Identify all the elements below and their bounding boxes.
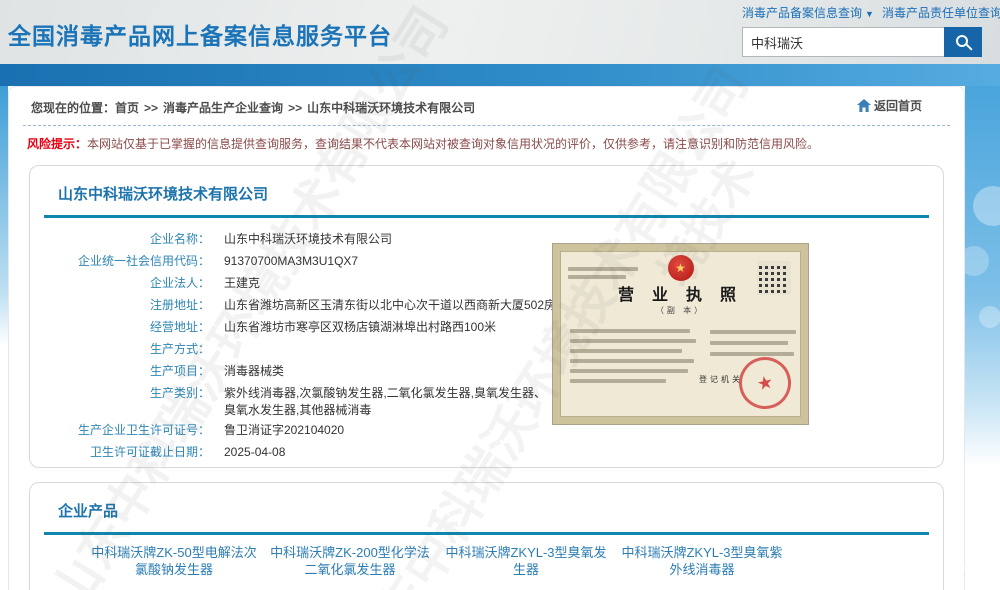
breadcrumb-separator: >>: [144, 101, 158, 115]
field-label: 生产项目：: [30, 360, 210, 382]
license-left-textlines: [570, 323, 698, 389]
field-row-license-expiry-date: 卫生许可证截止日期： 2025-04-08: [30, 441, 943, 463]
molecule-graphic: [965, 246, 989, 276]
product-link[interactable]: 中科瑞沃牌ZKYL-3型臭氧紫外线消毒器: [618, 544, 786, 578]
breadcrumb-prefix: 您现在的位置：: [31, 101, 115, 115]
back-home-link[interactable]: 返回首页: [857, 97, 922, 114]
home-icon: [857, 99, 871, 112]
product-link[interactable]: 中科瑞沃牌ZKYL-3型臭氧发生器: [442, 544, 610, 578]
section-underline: [44, 215, 929, 218]
field-label: 注册地址：: [30, 294, 210, 316]
risk-tip-text: 本网站仅基于已掌握的信息提供查询服务，查询结果不代表本网站对被查询对象信用状况的…: [87, 137, 819, 151]
company-title: 山东中科瑞沃环境技术有限公司: [30, 166, 943, 215]
molecule-graphic: [973, 186, 1000, 226]
field-label: 生产企业卫生许可证号：: [30, 419, 210, 441]
search-bar: [742, 27, 982, 57]
field-value: 2025-04-08: [210, 441, 285, 463]
search-button[interactable]: [944, 27, 982, 57]
field-label: 企业法人：: [30, 272, 210, 294]
back-home-label: 返回首页: [874, 97, 922, 114]
license-subtitle: （副 本）: [560, 305, 801, 316]
field-value: 山东中科瑞沃环境技术有限公司: [210, 228, 392, 250]
field-value: 山东省潍坊市寒亭区双杨店镇湖淋埠出村路西100米: [210, 316, 496, 338]
field-label: 企业统一社会信用代码：: [30, 250, 210, 272]
business-license-image: ★ 营 业 执 照 （副 本）: [553, 244, 808, 424]
field-label: 企业名称：: [30, 228, 210, 250]
product-link[interactable]: 中科瑞沃牌ZK-200型化学法二氧化氯发生器: [266, 544, 434, 578]
field-value: 消毒器械类: [210, 360, 284, 382]
products-card: 企业产品 中科瑞沃牌ZK-50型电解法次氯酸钠发生器 中科瑞沃牌ZK-200型化…: [29, 482, 944, 590]
chevron-down-icon[interactable]: ▼: [865, 9, 874, 19]
field-label: 经营地址：: [30, 316, 210, 338]
main-panel: 您现在的位置：首页 >> 消毒产品生产企业查询 >> 山东中科瑞沃环境技术有限公司 返回…: [8, 86, 965, 590]
breadcrumb-separator: >>: [288, 101, 302, 115]
search-input[interactable]: [742, 27, 944, 57]
national-emblem-icon: ★: [668, 255, 694, 281]
license-right-textlines: [710, 323, 800, 363]
right-side-background: [965, 86, 1000, 466]
field-value: 91370700MA3M3U1QX7: [210, 250, 358, 272]
field-label: 生产方式：: [30, 338, 210, 360]
header-divider-bar: [0, 64, 1000, 86]
qr-code: [757, 261, 791, 295]
page: 全国消毒产品网上备案信息服务平台 消毒产品备案信息查询▼消毒产品责任单位查询 您…: [0, 0, 1000, 590]
nav-link-responsible-unit-query[interactable]: 消毒产品责任单位查询: [882, 6, 1000, 20]
license-header-textlines: [568, 263, 640, 283]
molecule-graphic: [979, 306, 1000, 328]
field-value: [210, 338, 224, 360]
site-title: 全国消毒产品网上备案信息服务平台: [8, 17, 392, 51]
top-header: 全国消毒产品网上备案信息服务平台 消毒产品备案信息查询▼消毒产品责任单位查询: [0, 0, 1000, 64]
top-links: 消毒产品备案信息查询▼消毒产品责任单位查询: [742, 4, 982, 21]
field-label: 生产类别：: [30, 382, 210, 419]
breadcrumb-home-link[interactable]: 首页: [115, 101, 139, 115]
product-list: 中科瑞沃牌ZK-50型电解法次氯酸钠发生器 中科瑞沃牌ZK-200型化学法二氧化…: [30, 535, 943, 578]
risk-tip: 风险提示：本网站仅基于已掌握的信息提供查询服务，查询结果不代表本网站对被查询对象…: [9, 126, 964, 157]
field-value: 紫外线消毒器,次氯酸钠发生器,二氧化氯发生器,臭氧发生器、臭氧水发生器,其他器械…: [210, 382, 554, 419]
risk-tip-prefix: 风险提示：: [27, 137, 87, 151]
breadcrumb-enterprise-query-link[interactable]: 消毒产品生产企业查询: [163, 101, 283, 115]
breadcrumb-current-page: 山东中科瑞沃环境技术有限公司: [307, 101, 475, 115]
license-registrar-label: 登记机关: [699, 374, 743, 385]
nav-link-filing-info-query[interactable]: 消毒产品备案信息查询: [742, 6, 862, 20]
left-side-background: [0, 86, 8, 346]
company-info-card: 山东中科瑞沃环境技术有限公司 企业名称： 山东中科瑞沃环境技术有限公司 企业统一…: [29, 165, 944, 468]
field-value: 鲁卫消证字202104020: [210, 419, 344, 441]
field-value: 王建克: [210, 272, 260, 294]
field-label: 卫生许可证截止日期：: [30, 441, 210, 463]
header-right: 消毒产品备案信息查询▼消毒产品责任单位查询: [742, 4, 982, 57]
products-title: 企业产品: [30, 483, 943, 532]
product-link[interactable]: 中科瑞沃牌ZK-50型电解法次氯酸钠发生器: [90, 544, 258, 578]
search-icon: [956, 35, 968, 47]
breadcrumb: 您现在的位置：首页 >> 消毒产品生产企业查询 >> 山东中科瑞沃环境技术有限公司 返回…: [23, 87, 950, 126]
field-value: 山东省潍坊高新区玉清东街以北中心次干道以西商新大厦502房间: [210, 294, 568, 316]
